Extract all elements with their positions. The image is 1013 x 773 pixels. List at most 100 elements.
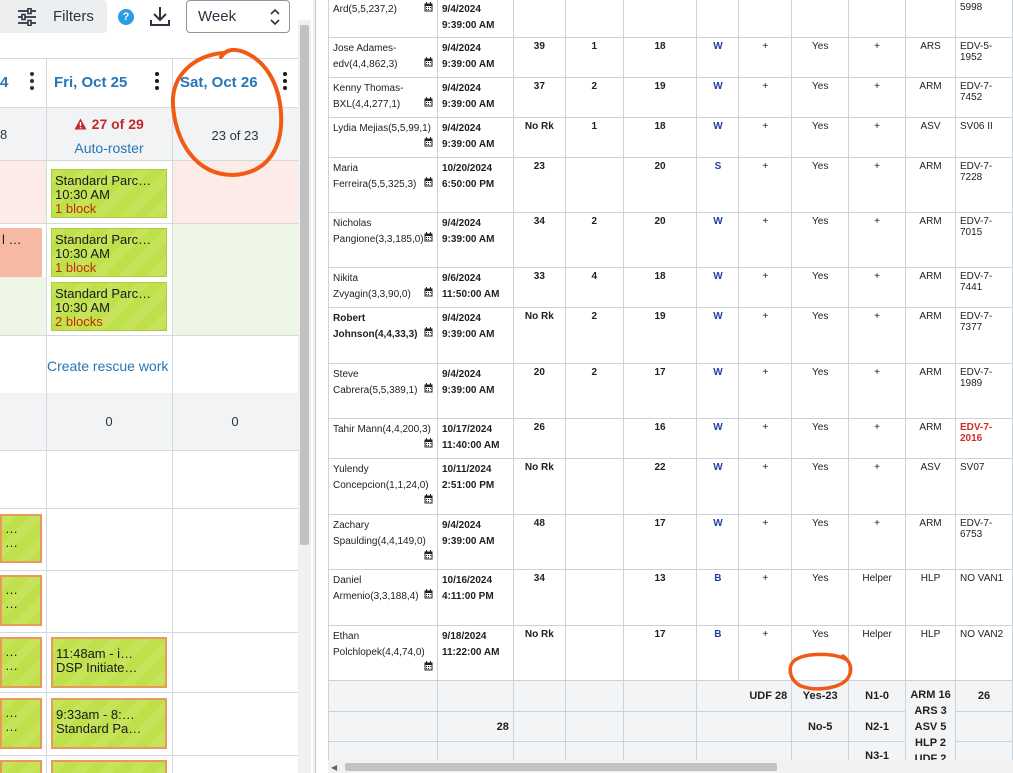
event-card-partial[interactable] bbox=[51, 760, 167, 773]
col-cell: 17 bbox=[622, 625, 698, 681]
driver-name-cell: Tahir Mann(4,4,200,3) bbox=[328, 418, 438, 459]
event-card-partial[interactable]: … … bbox=[0, 514, 42, 563]
question-icon[interactable]: ? bbox=[118, 9, 134, 25]
calendar-icon[interactable] bbox=[424, 661, 433, 671]
event-card-partial[interactable]: … … bbox=[0, 575, 42, 626]
van-type-cell: ARM bbox=[905, 212, 956, 268]
plus-cell[interactable]: + bbox=[738, 307, 793, 364]
grid-line bbox=[0, 570, 298, 571]
plus-cell[interactable]: + bbox=[738, 267, 793, 308]
download-icon[interactable] bbox=[148, 4, 172, 28]
role-cell[interactable]: + bbox=[848, 418, 907, 459]
driver-name-cell: Steve Cabrera(5,5,389,1) bbox=[328, 363, 438, 419]
vertical-scrollbar[interactable] bbox=[298, 20, 311, 773]
calendar-icon[interactable] bbox=[424, 137, 433, 147]
event-card-partial[interactable]: … … bbox=[0, 637, 42, 688]
van-id-cell: EDV-7-7015 bbox=[955, 212, 1013, 268]
view-select-value: Week bbox=[198, 8, 237, 25]
calendar-icon[interactable] bbox=[424, 97, 433, 107]
kebab-icon[interactable] bbox=[155, 72, 159, 90]
kebab-icon[interactable] bbox=[30, 72, 34, 90]
col-cell: 13 bbox=[622, 569, 698, 626]
type-cell: W bbox=[696, 37, 740, 78]
plus-cell[interactable]: + bbox=[738, 625, 793, 681]
auto-roster-link[interactable]: Auto-roster bbox=[46, 140, 172, 156]
plus-cell[interactable]: + bbox=[738, 418, 793, 459]
calendar-icon[interactable] bbox=[424, 383, 433, 393]
van-id-cell: 5998 bbox=[955, 0, 1013, 38]
role-cell[interactable]: + bbox=[848, 267, 907, 308]
event-card-partial[interactable] bbox=[0, 760, 42, 773]
availability-cell: Yes bbox=[791, 418, 850, 459]
plus-cell[interactable]: + bbox=[738, 363, 793, 419]
scrollbar-thumb[interactable] bbox=[300, 25, 309, 545]
plus-cell[interactable]: + bbox=[738, 458, 793, 515]
plus-cell[interactable]: + bbox=[738, 514, 793, 570]
grid-line bbox=[0, 58, 298, 59]
role-cell[interactable]: Helper bbox=[848, 625, 907, 681]
create-rescue-work-link[interactable]: Create rescue work bbox=[47, 358, 172, 374]
plus-cell[interactable]: + bbox=[738, 77, 793, 118]
event-card[interactable]: 9:33am - 8:… Standard Pa… bbox=[51, 698, 167, 749]
calendar-icon[interactable] bbox=[424, 287, 433, 297]
plus-cell[interactable]: + bbox=[738, 37, 793, 78]
calendar-icon[interactable] bbox=[424, 177, 433, 187]
hire-date: 10/17/2024 bbox=[441, 424, 493, 435]
event-text: … bbox=[5, 521, 18, 536]
roster-row: Ethan Polchlopek(4,4,74,0) 9/18/2024 11:22… bbox=[328, 625, 1013, 681]
plus-cell[interactable]: + bbox=[738, 569, 793, 626]
day-header-prev[interactable]: 4 bbox=[0, 74, 8, 123]
role-cell[interactable]: + bbox=[848, 307, 907, 364]
horizontal-scrollbar[interactable]: ◀ bbox=[328, 760, 1013, 773]
availability-cell: Yes bbox=[791, 514, 850, 570]
pane-divider[interactable] bbox=[313, 0, 316, 773]
plus-cell[interactable]: + bbox=[738, 117, 793, 158]
kebab-icon[interactable] bbox=[283, 72, 287, 90]
grid-line bbox=[0, 508, 298, 509]
role-cell[interactable] bbox=[848, 0, 907, 38]
calendar-icon[interactable] bbox=[424, 2, 433, 12]
summary-total-left: 28 bbox=[436, 710, 514, 743]
plus-cell[interactable]: + bbox=[738, 157, 793, 213]
role-cell[interactable]: + bbox=[848, 77, 907, 118]
block-card[interactable]: Standard Parc… 10:30 AM 2 blocks bbox=[51, 282, 167, 331]
role-cell[interactable]: + bbox=[848, 514, 907, 570]
calendar-icon[interactable] bbox=[424, 550, 433, 560]
role-cell[interactable]: Helper bbox=[848, 569, 907, 626]
partial-block[interactable]: l … bbox=[0, 228, 42, 277]
scrollbar-thumb[interactable] bbox=[345, 763, 777, 771]
block-card[interactable]: Standard Parc… 10:30 AM 1 block bbox=[51, 169, 167, 218]
calendar-icon[interactable] bbox=[424, 327, 433, 337]
role-cell[interactable]: + bbox=[848, 37, 907, 78]
calendar-icon[interactable] bbox=[424, 494, 433, 504]
roster-row: Kenny Thomas-BXL(4,4,277,1) 9/4/2024 9:39:… bbox=[328, 77, 1013, 118]
warning-icon bbox=[74, 118, 87, 130]
calendar-icon[interactable] bbox=[424, 232, 433, 242]
col-cell: 20 bbox=[622, 157, 698, 213]
calendar-icon[interactable] bbox=[424, 438, 433, 448]
calendar-icon[interactable] bbox=[424, 589, 433, 599]
availability-cell: Yes bbox=[791, 569, 850, 626]
filters-button[interactable]: Filters bbox=[0, 0, 107, 33]
plus-cell[interactable] bbox=[738, 0, 793, 38]
date-cell: 9/4/2024 9:39:00 AM bbox=[436, 514, 514, 570]
block-count: 2 blocks bbox=[55, 314, 103, 329]
role-cell[interactable]: + bbox=[848, 212, 907, 268]
van-type-cell: ARM bbox=[905, 307, 956, 364]
day-header-sat[interactable]: Sat, Oct 26 bbox=[180, 74, 258, 123]
role-cell[interactable]: + bbox=[848, 117, 907, 158]
block-card[interactable]: Standard Parc… 10:30 AM 1 block bbox=[51, 228, 167, 277]
availability-cell: Yes bbox=[791, 307, 850, 364]
calendar-icon[interactable] bbox=[424, 57, 433, 67]
van-id-cell: NO VAN1 bbox=[955, 569, 1013, 626]
plus-cell[interactable]: + bbox=[738, 212, 793, 268]
role-cell[interactable]: + bbox=[848, 458, 907, 515]
date-cell: 10/17/2024 11:40:00 AM bbox=[436, 418, 514, 459]
event-card-partial[interactable]: … … bbox=[0, 698, 42, 749]
event-card[interactable]: 11:48am - i… DSP Initiate… bbox=[51, 637, 167, 688]
view-select[interactable]: Week bbox=[186, 0, 290, 33]
hire-date: 9/4/2024 bbox=[441, 4, 481, 15]
scroll-left-icon[interactable]: ◀ bbox=[331, 763, 337, 772]
role-cell[interactable]: + bbox=[848, 157, 907, 213]
role-cell[interactable]: + bbox=[848, 363, 907, 419]
